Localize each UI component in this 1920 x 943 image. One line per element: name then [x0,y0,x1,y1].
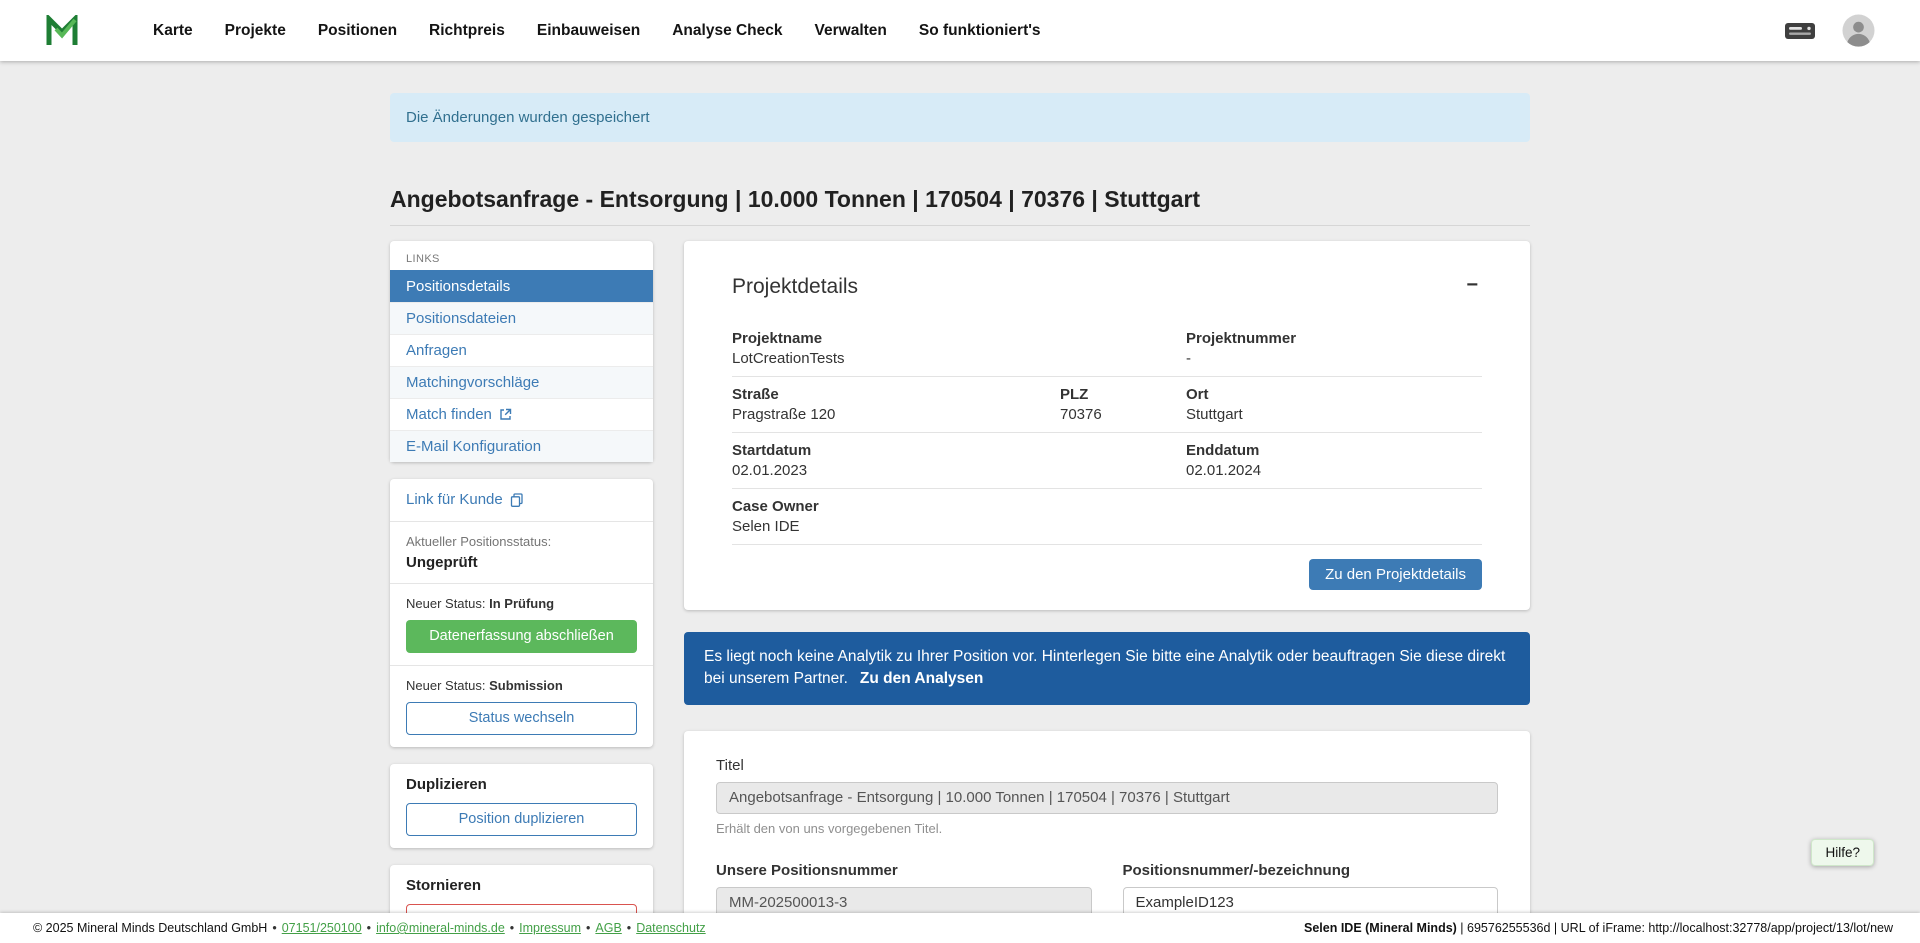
customer-link-label: Link für Kunde [406,491,503,508]
sidebar-item-email-konfiguration[interactable]: E-Mail Konfiguration [390,430,653,462]
status-card: Link für Kunde Aktueller Positionsstatus… [390,479,653,747]
external-link-icon [499,408,512,421]
navbar-right [1784,14,1875,47]
position-form-card: Titel Erhält den von uns vorgegebenen Ti… [684,731,1530,943]
copyright-text: © 2025 Mineral Minds Deutschland GmbH [33,921,267,935]
main-nav: Karte Projekte Positionen Richtpreis Ein… [137,14,1057,48]
customer-link[interactable]: Link für Kunde [406,491,523,508]
top-navbar: Karte Projekte Positionen Richtpreis Ein… [0,0,1920,61]
footer-link-datenschutz[interactable]: Datenschutz [636,921,705,935]
sidebar-item-label: Match finden [406,406,492,423]
current-status-value: Ungeprüft [406,554,637,571]
main-content: Projektdetails − Projektname LotCreation… [684,241,1530,943]
nav-item-karte[interactable]: Karte [137,14,209,48]
help-button[interactable]: Hilfe? [1811,839,1874,866]
page-title: Angebotsanfrage - Entsorgung | 10.000 To… [390,186,1530,226]
sidebar-item-anfragen[interactable]: Anfragen [390,334,653,366]
analytics-banner-link[interactable]: Zu den Analysen [860,670,983,687]
current-status-label: Aktueller Positionsstatus: [406,534,637,549]
nav-item-verwalten[interactable]: Verwalten [799,14,903,48]
nav-item-projekte[interactable]: Projekte [209,14,302,48]
nav-item-richtpreis[interactable]: Richtpreis [413,14,521,48]
footer-link-phone[interactable]: 07151/250100 [282,921,362,935]
sidebar-item-label: E-Mail Konfiguration [406,438,541,455]
copy-icon [510,493,523,507]
new-status-line-1: Neuer Status: In Prüfung [406,596,637,611]
logo-icon [45,15,79,47]
mineral-minds-logo[interactable] [45,15,79,47]
duplicate-title: Duplizieren [406,776,637,793]
footer-link-agb[interactable]: AGB [595,921,621,935]
project-row-owner: Case Owner Selen IDE [732,489,1482,545]
nav-item-positionen[interactable]: Positionen [302,14,413,48]
change-status-button[interactable]: Status wechseln [406,702,637,735]
sidebar-item-label: Positionsdateien [406,310,516,327]
complete-data-entry-button[interactable]: Datenerfassung abschließen [406,620,637,653]
sidebar-item-positionsdateien[interactable]: Positionsdateien [390,302,653,334]
project-row-address: Straße Pragstraße 120 PLZ 70376 Ort Stut… [732,377,1482,433]
analytics-banner: Es liegt noch keine Analytik zu Ihrer Po… [684,632,1530,705]
footer-link-impressum[interactable]: Impressum [519,921,581,935]
sidebar-item-label: Matchingvorschläge [406,374,539,391]
cancel-title: Stornieren [406,877,637,894]
sidebar: LINKS Positionsdetails Positionsdateien … [390,241,653,943]
posnr-label: Unsere Positionsnummer [716,862,1092,879]
titel-help: Erhält den von uns vorgegebenen Titel. [716,821,1498,836]
titel-label: Titel [716,757,1498,774]
card-reader-icon[interactable] [1784,20,1816,42]
sidebar-links-header: LINKS [390,241,653,270]
avatar[interactable] [1842,14,1875,47]
project-row-name: Projektname LotCreationTests Projektnumm… [732,321,1482,377]
new-status-line-2: Neuer Status: Submission [406,678,637,693]
project-details-title: Projektdetails [732,275,858,299]
sidebar-item-positionsdetails[interactable]: Positionsdetails [390,270,653,302]
sidebar-item-matchingvorschlaege[interactable]: Matchingvorschläge [390,366,653,398]
go-to-project-details-button[interactable]: Zu den Projektdetails [1309,559,1482,590]
save-success-alert: Die Änderungen wurden gespeichert [390,93,1530,142]
sidebar-item-match-finden[interactable]: Match finden [390,398,653,430]
analytics-banner-text: Es liegt noch keine Analytik zu Ihrer Po… [704,648,1505,687]
footer: © 2025 Mineral Minds Deutschland GmbH•07… [0,913,1920,943]
sidebar-links-card: LINKS Positionsdetails Positionsdateien … [390,241,653,462]
collapse-icon[interactable]: − [1462,275,1482,295]
footer-link-email[interactable]: info@mineral-minds.de [376,921,505,935]
project-details-card: Projektdetails − Projektname LotCreation… [684,241,1530,610]
page-container: Die Änderungen wurden gespeichert Angebo… [390,93,1530,943]
footer-left: © 2025 Mineral Minds Deutschland GmbH•07… [33,921,706,935]
nav-item-analyse-check[interactable]: Analyse Check [656,14,798,48]
duplicate-position-button[interactable]: Position duplizieren [406,803,637,836]
nav-item-so-funktionierts[interactable]: So funktioniert's [903,14,1057,48]
footer-session-info: Selen IDE (Mineral Minds) | 69576255536d… [1304,921,1893,935]
sidebar-item-label: Positionsdetails [406,278,510,295]
sidebar-item-label: Anfragen [406,342,467,359]
extnr-label: Positionsnummer/-bezeichnung [1123,862,1499,879]
duplicate-card: Duplizieren Position duplizieren [390,764,653,848]
titel-input [716,782,1498,814]
nav-item-einbauweisen[interactable]: Einbauweisen [521,14,656,48]
project-row-dates: Startdatum 02.01.2023 Enddatum 02.01.202… [732,433,1482,489]
